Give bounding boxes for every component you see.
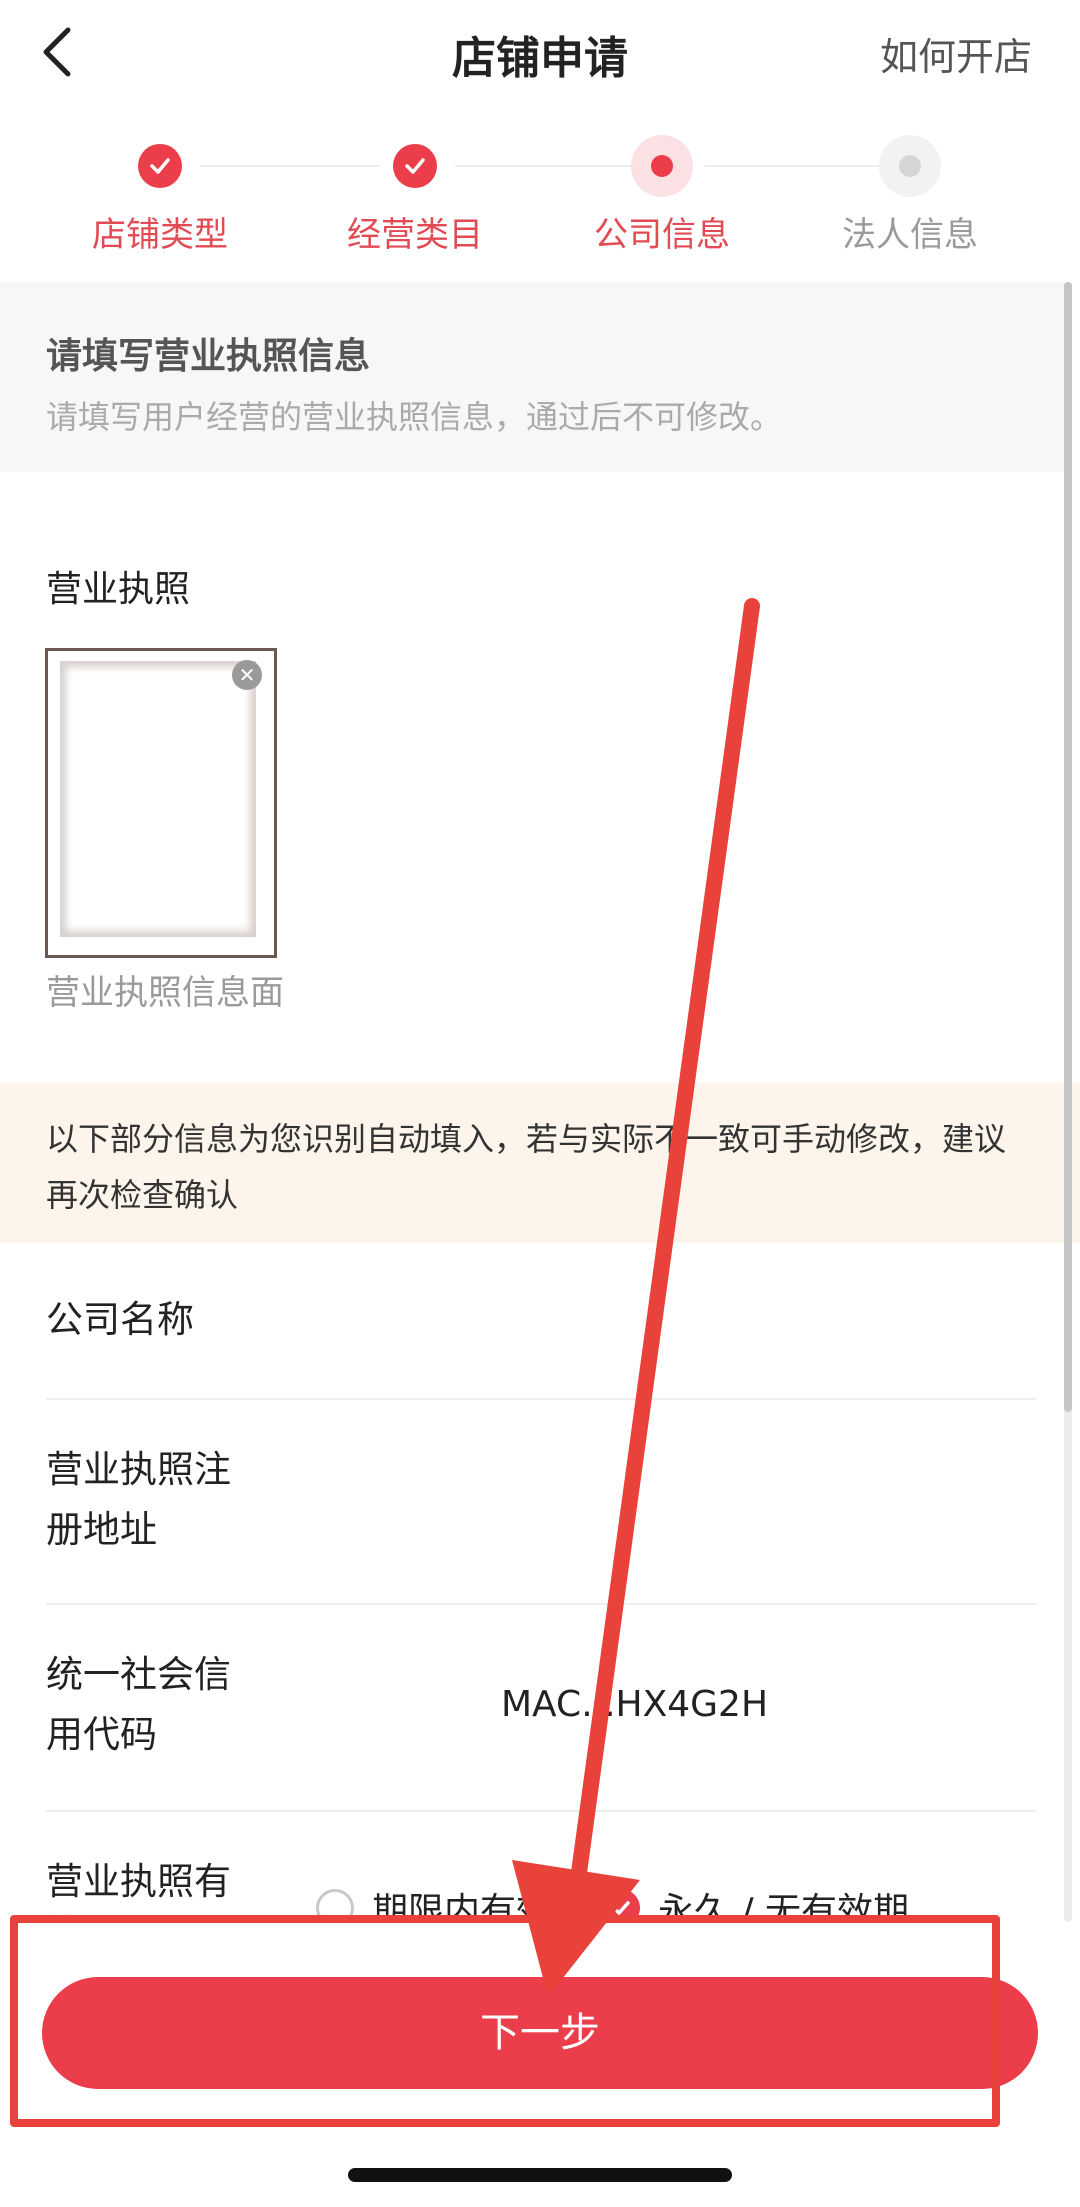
- company-name-row: 公司名称: [46, 1245, 1036, 1400]
- step-label: 公司信息: [594, 215, 730, 255]
- next-step-button[interactable]: 下一步: [42, 1977, 1038, 2089]
- credit-code-row: 统一社会信 用代码 MAC...HX4G2H: [46, 1605, 1036, 1812]
- check-icon: [405, 158, 425, 174]
- scroll-thumb[interactable]: [1064, 282, 1072, 1412]
- auto-fill-notice: 以下部分信息为您识别自动填入，若与实际不一致可手动修改，建议再次检查确认: [0, 1083, 1080, 1243]
- how-to-open-store-link[interactable]: 如何开店: [880, 26, 1032, 81]
- step-dot: [384, 135, 446, 197]
- scrollbar[interactable]: [1064, 282, 1072, 1922]
- credit-code-label-line1: 统一社会信: [46, 1653, 231, 1696]
- bottom-action-bar: 下一步: [0, 1915, 1080, 2115]
- step-company-info: 公司信息: [537, 135, 787, 256]
- nav-bar: 店铺申请 如何开店: [0, 0, 1080, 110]
- validity-label-line1: 营业执照有: [46, 1860, 231, 1903]
- license-section-label: 营业执照: [46, 569, 191, 610]
- address-label-line1: 营业执照注: [46, 1448, 231, 1491]
- license-image-thumbnail[interactable]: [45, 648, 277, 958]
- step-dot-current: [631, 135, 693, 197]
- address-row: 营业执照注 册地址: [46, 1400, 1036, 1605]
- step-label: 店铺类型: [92, 215, 228, 255]
- info-title: 请填写营业执照信息: [46, 336, 371, 377]
- credit-code-input[interactable]: MAC...HX4G2H: [501, 1675, 768, 1735]
- step-legal-person-info: 法人信息: [785, 135, 1035, 256]
- credit-code-label-line2: 用代码: [46, 1713, 157, 1756]
- check-icon: [150, 158, 170, 174]
- company-name-label: 公司名称: [46, 1298, 194, 1341]
- step-store-type: 店铺类型: [35, 135, 285, 256]
- license-image-caption: 营业执照信息面: [46, 973, 284, 1013]
- step-label: 法人信息: [842, 215, 978, 255]
- step-business-category: 经营类目: [290, 135, 540, 256]
- close-icon[interactable]: ✕: [232, 660, 262, 690]
- validity-row: 营业执照有 效期限 期限内有效 永久 / 无有效期: [46, 1812, 1036, 1955]
- info-subtitle: 请填写用户经营的营业执照信息，通过后不可修改。: [46, 398, 783, 436]
- step-label: 经营类目: [347, 215, 483, 255]
- progress-stepper: 店铺类型 经营类目 公司信息 法人信息: [0, 135, 1080, 265]
- step-dot: [129, 135, 191, 197]
- home-indicator: [348, 2168, 732, 2182]
- step-dot-todo: [879, 135, 941, 197]
- address-label-line2: 册地址: [46, 1508, 157, 1551]
- info-banner: 请填写营业执照信息 请填写用户经营的营业执照信息，通过后不可修改。: [0, 282, 1064, 472]
